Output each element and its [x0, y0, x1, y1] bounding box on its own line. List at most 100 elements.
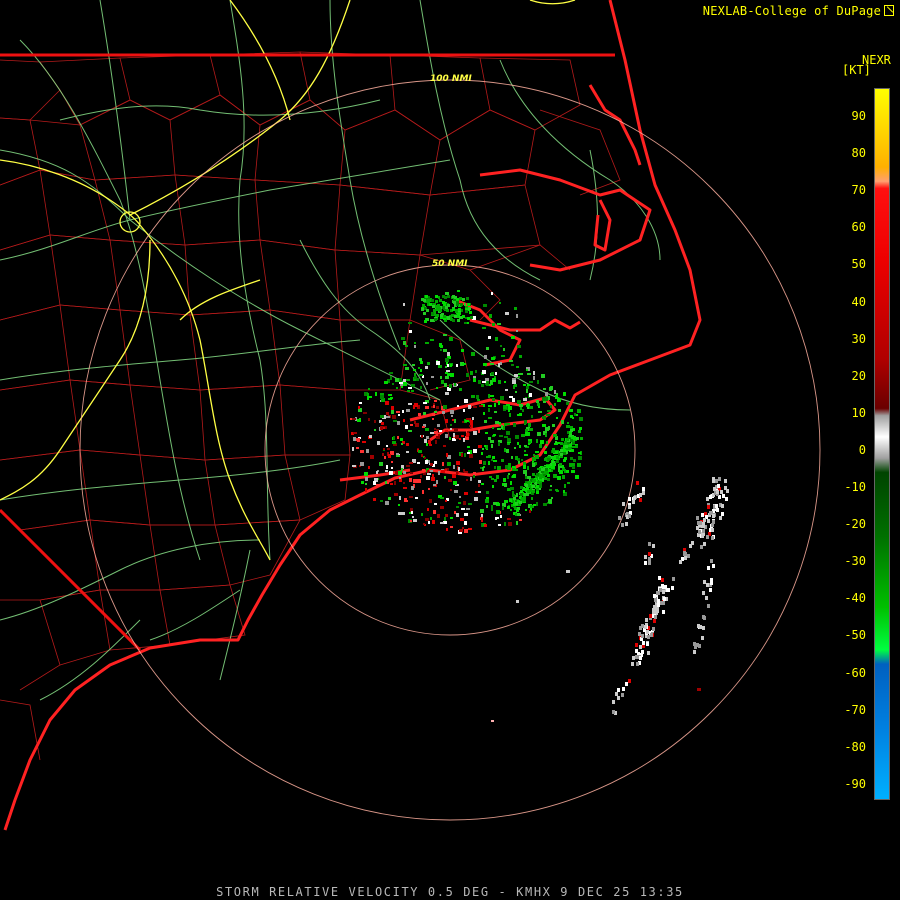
- echo-pixel: [361, 481, 364, 484]
- ring-label-50nmi: 50 NMI: [432, 259, 468, 269]
- echo-pixel: [544, 418, 546, 420]
- echo-pixel: [653, 619, 656, 623]
- echo-pixel: [431, 312, 434, 315]
- echo-pixel: [516, 600, 519, 603]
- echo-pixel: [391, 467, 393, 469]
- echo-pixel: [644, 625, 647, 629]
- echo-pixel: [398, 512, 401, 515]
- echo-pixel: [545, 392, 548, 396]
- echo-pixel: [427, 362, 430, 365]
- echo-pixel: [567, 482, 570, 484]
- echo-pixel: [456, 461, 460, 465]
- echo-pixel: [410, 424, 413, 426]
- echo-pixel: [523, 384, 526, 386]
- echo-pixel: [385, 481, 387, 484]
- echo-pixel: [647, 651, 650, 655]
- echo-pixel: [528, 443, 530, 445]
- echo-pixel: [576, 414, 578, 416]
- echo-pixel: [519, 519, 522, 521]
- echo-pixel: [399, 496, 401, 500]
- echo-pixel: [411, 486, 414, 490]
- echo-pixel: [528, 441, 531, 443]
- echo-pixel: [383, 448, 385, 450]
- echo-pixel: [388, 394, 392, 396]
- echo-pixel: [365, 488, 367, 492]
- echo-pixel: [353, 432, 357, 434]
- echo-pixel: [457, 319, 460, 322]
- echo-pixel: [506, 404, 510, 406]
- ring-label-100nmi: 100 NMI: [430, 74, 472, 84]
- echo-pixel: [684, 556, 687, 560]
- echo-pixel: [639, 493, 642, 497]
- echo-pixel: [412, 364, 415, 366]
- echo-pixel: [412, 516, 414, 518]
- echo-pixel: [696, 516, 699, 520]
- echo-pixel: [702, 524, 705, 528]
- echo-pixel: [504, 522, 506, 526]
- echo-pixel: [394, 481, 396, 485]
- echo-pixel: [573, 437, 576, 440]
- echo-pixel: [488, 437, 491, 440]
- echo-pixel: [403, 303, 405, 306]
- echo-pixel: [716, 490, 719, 494]
- echo-pixel: [444, 476, 446, 479]
- echo-pixel: [548, 426, 550, 429]
- echo-pixel: [477, 399, 480, 401]
- echo-pixel: [496, 517, 499, 519]
- echo-pixel: [474, 497, 478, 501]
- echo-pixel: [642, 641, 645, 645]
- echo-pixel: [542, 397, 546, 401]
- echo-pixel: [452, 308, 455, 311]
- echo-pixel: [447, 352, 450, 356]
- echo-pixel: [662, 590, 665, 594]
- echo-pixel: [486, 491, 489, 494]
- echo-pixel: [519, 373, 523, 375]
- echo-pixel: [543, 401, 546, 403]
- echo-pixel: [531, 497, 533, 500]
- echo-pixel: [420, 361, 423, 364]
- echo-pixel: [698, 530, 701, 534]
- interstate-highways: [0, 0, 576, 561]
- echo-pixel: [527, 466, 529, 470]
- echo-pixel: [489, 384, 491, 386]
- echo-pixel: [511, 336, 515, 339]
- echo-pixel: [517, 400, 521, 404]
- echo-pixel: [548, 499, 552, 503]
- echo-pixel: [696, 643, 699, 647]
- echo-pixel: [426, 436, 429, 439]
- echo-pixel: [703, 580, 706, 584]
- echo-pixel: [639, 498, 642, 502]
- echo-pixel: [644, 555, 647, 559]
- echo-pixel: [403, 341, 406, 345]
- echo-pixel: [462, 527, 464, 529]
- echo-pixel: [510, 481, 512, 485]
- echo-pixel: [479, 405, 483, 407]
- echo-pixel: [535, 455, 539, 459]
- echo-pixel: [480, 509, 484, 513]
- echo-pixel: [720, 490, 723, 494]
- echo-pixel: [430, 463, 433, 466]
- echo-pixel: [577, 463, 581, 467]
- echo-pixel: [486, 383, 489, 386]
- echo-pixel: [408, 322, 412, 324]
- echo-pixel: [457, 405, 459, 407]
- echo-pixel: [721, 504, 724, 508]
- echo-pixel: [433, 484, 436, 486]
- echo-pixel: [470, 420, 473, 424]
- echo-pixel: [639, 645, 642, 649]
- echo-pixel: [464, 513, 468, 516]
- echo-pixel: [504, 500, 508, 503]
- echo-pixel: [467, 446, 470, 448]
- echo-pixel: [702, 591, 705, 595]
- echo-pixel: [536, 473, 539, 476]
- echo-pixel: [701, 534, 704, 538]
- echo-pixel: [406, 379, 410, 381]
- echo-pixel: [491, 292, 493, 295]
- echo-pixel: [405, 345, 408, 347]
- echo-pixel: [618, 516, 621, 520]
- echo-pixel: [359, 402, 362, 404]
- echo-pixel: [464, 492, 468, 495]
- echo-pixel: [497, 428, 501, 430]
- echo-pixel: [406, 451, 409, 453]
- echo-pixel: [434, 461, 437, 464]
